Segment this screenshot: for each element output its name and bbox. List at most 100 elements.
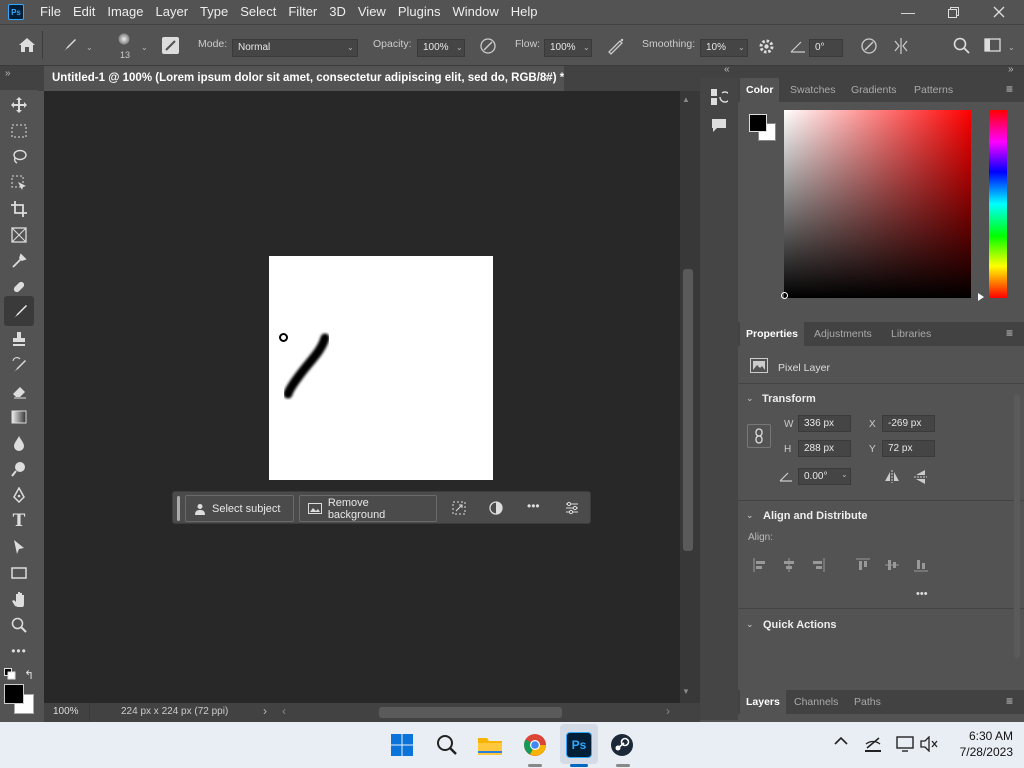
tab-layers[interactable]: Layers xyxy=(740,690,786,714)
adjustment-icon[interactable] xyxy=(489,501,503,518)
brush-tool-icon[interactable] xyxy=(4,296,34,326)
hue-slider-marker[interactable] xyxy=(978,293,984,301)
blur-tool-icon[interactable] xyxy=(10,434,28,452)
link-dimensions-icon[interactable] xyxy=(747,424,771,448)
properties-scrollbar[interactable] xyxy=(1014,394,1020,658)
hue-slider[interactable] xyxy=(989,110,1007,298)
airbrush-icon[interactable] xyxy=(606,37,626,58)
menu-type[interactable]: Type xyxy=(194,0,234,24)
eyedropper-tool-icon[interactable] xyxy=(10,252,28,270)
zoom-tool-icon[interactable] xyxy=(10,616,28,634)
tab-adjustments[interactable]: Adjustments xyxy=(808,322,878,346)
menu-layer[interactable]: Layer xyxy=(150,0,195,24)
more-options-button[interactable]: ••• xyxy=(527,499,540,513)
tab-libraries[interactable]: Libraries xyxy=(885,322,937,346)
menu-view[interactable]: View xyxy=(352,0,392,24)
y-input[interactable]: 72 px xyxy=(882,440,935,457)
file-explorer-icon[interactable] xyxy=(477,732,503,758)
chevron-down-icon[interactable]: ⌄ xyxy=(841,470,848,479)
hand-tool-icon[interactable] xyxy=(10,590,28,608)
photoshop-taskbar-icon[interactable]: Ps xyxy=(566,732,592,758)
swap-colors-icon[interactable]: ↰ xyxy=(24,668,34,682)
document-canvas[interactable] xyxy=(269,256,493,480)
flip-vertical-icon[interactable] xyxy=(914,469,927,488)
height-input[interactable]: 288 px xyxy=(798,440,851,457)
search-icon[interactable] xyxy=(434,732,460,758)
remove-background-button[interactable]: Remove background xyxy=(299,495,437,522)
marquee-tool-icon[interactable] xyxy=(10,122,28,140)
pressure-size-icon[interactable] xyxy=(860,37,878,58)
tab-color[interactable]: Color xyxy=(740,78,780,102)
frame-tool-icon[interactable] xyxy=(10,226,28,244)
menu-plugins[interactable]: Plugins xyxy=(392,0,447,24)
menu-image[interactable]: Image xyxy=(101,0,149,24)
healing-brush-tool-icon[interactable] xyxy=(10,278,28,296)
restore-icon[interactable] xyxy=(930,0,976,24)
menu-help[interactable]: Help xyxy=(505,0,544,24)
settings-sliders-icon[interactable] xyxy=(565,501,579,518)
menu-select[interactable]: Select xyxy=(234,0,282,24)
align-left-icon[interactable] xyxy=(753,558,767,575)
color-picker-marker[interactable] xyxy=(781,292,788,299)
gradient-tool-icon[interactable] xyxy=(10,408,28,426)
chevron-down-icon[interactable]: ⌄ xyxy=(456,43,463,52)
menu-window[interactable]: Window xyxy=(446,0,504,24)
menu-edit[interactable]: Edit xyxy=(67,0,101,24)
symmetry-icon[interactable] xyxy=(892,37,910,58)
x-input[interactable]: -269 px xyxy=(882,415,935,432)
align-distribute-title[interactable]: Align and Distribute xyxy=(763,510,868,522)
search-icon[interactable] xyxy=(953,37,971,58)
clock-date[interactable]: 7/28/2023 xyxy=(947,745,1013,759)
chevron-down-icon[interactable]: ⌄ xyxy=(583,43,590,52)
chevron-down-icon[interactable]: ⌄ xyxy=(86,43,93,52)
chevron-down-icon[interactable]: ⌄ xyxy=(738,43,745,52)
horizontal-scroll-thumb[interactable] xyxy=(379,707,562,718)
align-top-icon[interactable] xyxy=(856,558,870,575)
default-colors-icon[interactable] xyxy=(4,668,16,683)
clock-time[interactable]: 6:30 AM xyxy=(957,729,1013,743)
gear-icon[interactable] xyxy=(758,38,775,58)
flip-horizontal-icon[interactable] xyxy=(884,470,900,486)
volume-muted-icon[interactable] xyxy=(920,735,938,755)
panel-menu-icon[interactable]: ≡ xyxy=(1006,82,1013,96)
vertical-scrollbar[interactable]: ▲ ▼ xyxy=(680,91,700,703)
rectangle-tool-icon[interactable] xyxy=(10,564,28,582)
menu-filter[interactable]: Filter xyxy=(282,0,323,24)
brush-preset-icon[interactable] xyxy=(60,37,78,56)
chevron-down-icon[interactable]: ⌄ xyxy=(746,393,754,404)
home-icon[interactable] xyxy=(18,37,36,56)
align-right-icon[interactable] xyxy=(811,558,825,575)
lasso-tool-icon[interactable] xyxy=(10,148,28,166)
scroll-up-icon[interactable]: ▲ xyxy=(682,95,690,104)
path-selection-tool-icon[interactable] xyxy=(10,538,28,556)
collapse-icon[interactable]: » xyxy=(5,68,11,79)
chevron-down-icon[interactable]: ⌄ xyxy=(746,510,754,521)
steam-icon[interactable] xyxy=(609,732,635,758)
brush-settings-icon[interactable] xyxy=(162,37,179,54)
brush-tip-icon[interactable] xyxy=(118,33,130,45)
align-horizontal-center-icon[interactable] xyxy=(782,558,796,575)
type-tool-icon[interactable]: T xyxy=(10,511,28,531)
close-window-icon[interactable] xyxy=(976,0,1022,24)
clone-stamp-tool-icon[interactable] xyxy=(10,330,28,348)
align-bottom-icon[interactable] xyxy=(914,558,928,575)
chevron-down-icon[interactable]: ⌄ xyxy=(1008,43,1015,52)
pen-tool-icon[interactable] xyxy=(10,486,28,504)
mode-select[interactable]: Normal xyxy=(232,39,358,57)
tab-channels[interactable]: Channels xyxy=(788,690,844,714)
comments-icon[interactable] xyxy=(711,118,727,136)
tab-swatches[interactable]: Swatches xyxy=(784,78,842,102)
chevron-up-icon[interactable] xyxy=(834,736,848,749)
history-brush-tool-icon[interactable] xyxy=(10,356,28,374)
panel-menu-icon[interactable]: ≡ xyxy=(1006,326,1013,340)
minimize-icon[interactable]: — xyxy=(885,0,931,24)
collapse-icon[interactable]: « xyxy=(724,64,730,75)
collapse-icon[interactable]: » xyxy=(1008,64,1014,75)
tab-properties[interactable]: Properties xyxy=(740,322,804,346)
scroll-right-icon[interactable]: › xyxy=(666,704,670,718)
scroll-left-icon[interactable]: ‹ xyxy=(282,704,286,718)
scroll-down-icon[interactable]: ▼ xyxy=(682,687,690,696)
status-menu-icon[interactable]: › xyxy=(263,704,267,718)
transform-icon[interactable] xyxy=(452,501,466,518)
display-icon[interactable] xyxy=(896,736,914,755)
